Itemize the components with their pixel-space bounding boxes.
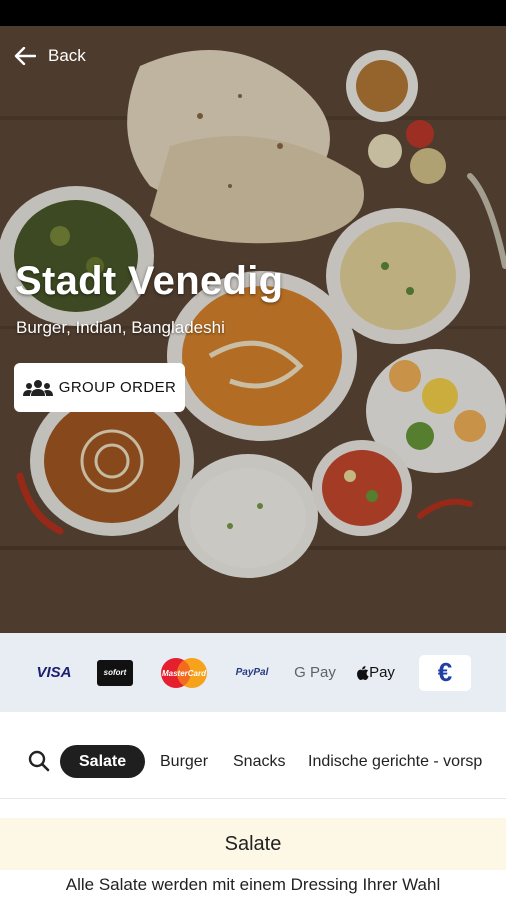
mastercard-icon: MasterCard (156, 633, 212, 712)
search-icon[interactable] (28, 750, 50, 772)
google-pay-icon: G Pay (294, 664, 336, 681)
payment-methods: VISA sofort MasterCard PayPal G Pay Pay … (0, 633, 506, 712)
cuisine-list: Burger, Indian, Bangladeshi (16, 318, 225, 337)
hero-banner: Back Stadt Venedig Burger, Indian, Bangl… (0, 26, 506, 633)
tab-salate[interactable]: Salate (60, 745, 146, 778)
restaurant-name: Stadt Venedig (15, 259, 284, 303)
menu-section-header: Salate (0, 818, 506, 870)
arrow-left-icon (14, 47, 36, 65)
tab-burger[interactable]: Burger (160, 745, 208, 778)
apple-pay-icon: Pay (354, 633, 398, 712)
sofort-icon: sofort (97, 633, 133, 712)
section-title: Salate (224, 832, 282, 855)
apple-icon (357, 665, 369, 680)
category-tabs: Salate Burger Snacks Indische gerichte -… (0, 712, 506, 799)
group-order-label: GROUP ORDER (58, 379, 177, 396)
back-button[interactable]: Back (14, 46, 86, 66)
section-description: Alle Salate werden mit einem Dressing Ih… (65, 875, 441, 894)
paypal-icon: PayPal (235, 667, 269, 678)
visa-icon: VISA (36, 664, 72, 681)
tab-indische-gerichte[interactable]: Indische gerichte - vorsp (308, 745, 482, 778)
group-icon (22, 379, 53, 396)
status-bar (0, 0, 506, 26)
group-order-button[interactable]: GROUP ORDER (14, 363, 185, 412)
back-label: Back (48, 46, 86, 65)
tab-snacks[interactable]: Snacks (233, 745, 285, 778)
euro-cash-icon: € (419, 633, 471, 712)
svg-text:MasterCard: MasterCard (162, 669, 207, 678)
